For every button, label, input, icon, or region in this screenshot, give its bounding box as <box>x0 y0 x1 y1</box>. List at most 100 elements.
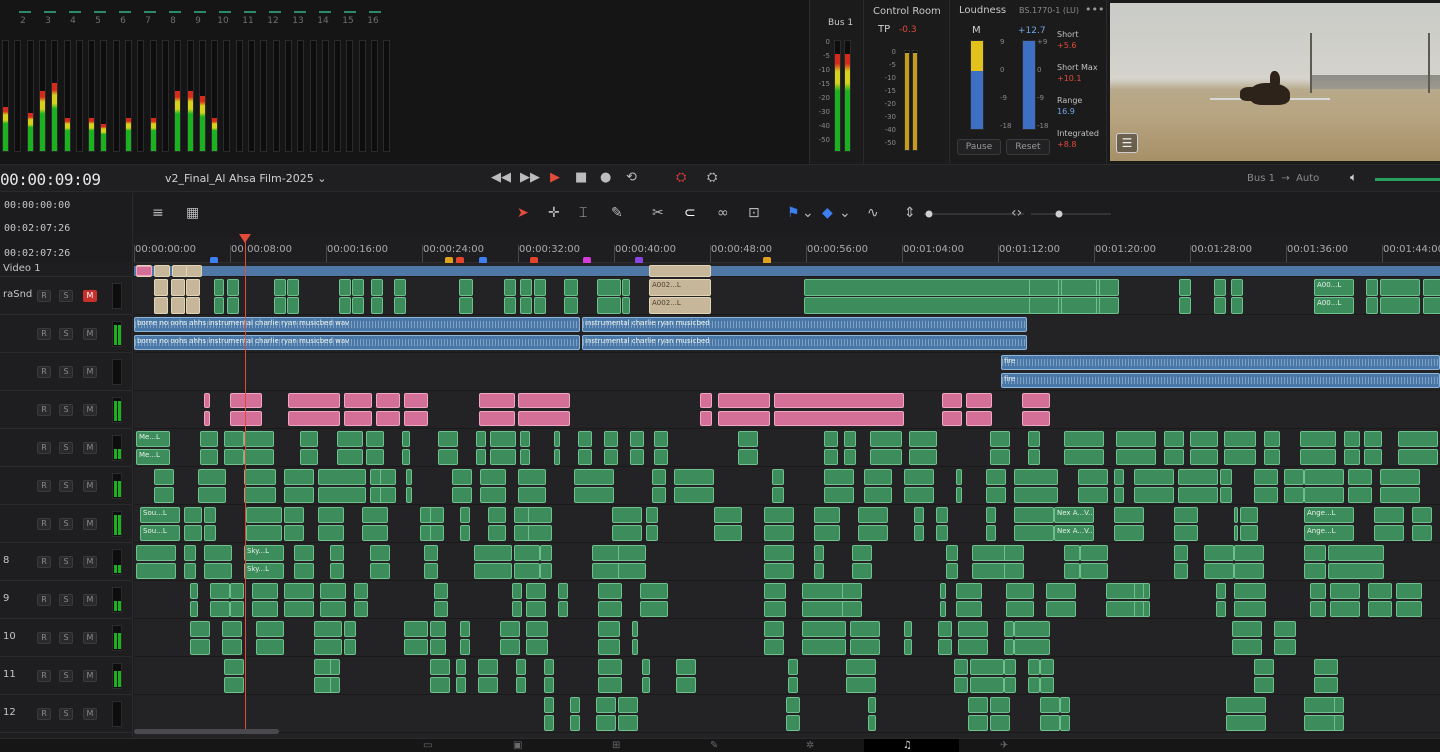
audio-clip[interactable] <box>438 449 458 465</box>
audio-clip[interactable] <box>424 563 438 579</box>
audio-clip[interactable] <box>1014 487 1058 503</box>
audio-clip[interactable] <box>456 677 466 693</box>
audio-clip[interactable] <box>774 393 904 408</box>
track-record-button[interactable]: R <box>37 632 51 644</box>
audio-clip[interactable] <box>526 583 546 599</box>
audio-clip[interactable] <box>618 545 646 561</box>
audio-clip[interactable] <box>842 583 862 599</box>
audio-clip[interactable] <box>714 507 742 523</box>
audio-clip[interactable] <box>942 393 962 408</box>
audio-clip[interactable] <box>1078 469 1108 485</box>
audio-clip[interactable] <box>294 563 314 579</box>
audio-clip[interactable] <box>1220 469 1232 485</box>
audio-clip[interactable] <box>371 279 383 296</box>
track-solo-button[interactable]: S <box>59 404 73 416</box>
audio-clip[interactable] <box>288 393 340 408</box>
audio-clip[interactable] <box>352 297 364 314</box>
audio-clip[interactable] <box>1006 601 1034 617</box>
track-solo-button[interactable]: S <box>59 328 73 340</box>
audio-clip[interactable] <box>1334 697 1344 713</box>
audio-clip[interactable] <box>909 449 937 465</box>
audio-clip[interactable] <box>434 601 448 617</box>
audio-clip[interactable] <box>224 431 244 447</box>
audio-clip[interactable] <box>1216 583 1226 599</box>
audio-clip[interactable] <box>224 659 244 675</box>
audio-clip[interactable] <box>1028 431 1040 447</box>
audio-clip[interactable] <box>1014 469 1058 485</box>
audio-clip[interactable] <box>646 507 658 523</box>
audio-clip[interactable]: fire <box>1001 373 1440 388</box>
audio-clip[interactable] <box>914 507 924 523</box>
audio-clip[interactable] <box>596 697 616 713</box>
audio-clip[interactable] <box>200 431 218 447</box>
audio-clip[interactable]: Ange...L <box>1304 525 1354 541</box>
audio-clip[interactable] <box>652 469 666 485</box>
audio-clip[interactable] <box>490 431 516 447</box>
audio-clip[interactable] <box>520 431 530 447</box>
audio-clip[interactable] <box>274 279 286 296</box>
audio-clip[interactable] <box>460 525 470 541</box>
audio-clip[interactable] <box>570 697 580 713</box>
track-mute-button[interactable]: M <box>83 670 97 682</box>
audio-clip[interactable] <box>788 659 798 675</box>
audio-clip[interactable] <box>362 507 388 523</box>
edit-page-icon[interactable]: ⊞ <box>612 740 620 751</box>
link-icon[interactable]: ∞ <box>717 205 729 221</box>
audio-clip[interactable] <box>230 601 244 617</box>
audio-clip[interactable] <box>404 411 428 426</box>
audio-clip[interactable] <box>318 469 366 485</box>
audio-clip[interactable] <box>1014 639 1050 655</box>
audio-clip[interactable] <box>330 659 340 675</box>
audio-clip[interactable] <box>772 469 784 485</box>
audio-clip[interactable] <box>518 411 570 426</box>
audio-clip[interactable] <box>204 545 232 561</box>
timeline-ruler[interactable]: 00:00:00:00 00:00:08:00 00:00:16:00 00:00:2… <box>134 237 1440 265</box>
audio-clip[interactable] <box>904 639 912 655</box>
audio-clip[interactable] <box>284 507 304 523</box>
audio-clip[interactable] <box>598 677 622 693</box>
audio-clip[interactable] <box>526 601 546 617</box>
audio-clip[interactable] <box>844 431 856 447</box>
audio-clip[interactable] <box>480 469 506 485</box>
audio-clip[interactable] <box>814 563 824 579</box>
audio-clip[interactable]: Nex A...V...L <box>1054 525 1094 541</box>
audio-clip[interactable] <box>222 621 242 637</box>
audio-clip[interactable] <box>452 487 472 503</box>
audio-clip[interactable] <box>972 563 1008 579</box>
audio-clip[interactable] <box>909 431 937 447</box>
audio-clip[interactable] <box>1300 431 1336 447</box>
track-mute-button[interactable]: M <box>83 556 97 568</box>
audio-clip[interactable] <box>404 639 428 655</box>
viewer-settings-icon[interactable]: ☰ <box>1116 133 1138 153</box>
track-record-button[interactable]: R <box>37 366 51 378</box>
audio-clip[interactable] <box>314 621 342 637</box>
audio-clip[interactable] <box>618 563 646 579</box>
audio-clip[interactable] <box>700 393 712 408</box>
audio-clip[interactable] <box>804 297 1104 314</box>
audio-clip[interactable] <box>846 659 876 675</box>
audio-clip[interactable] <box>824 449 838 465</box>
zoom-fit-icon[interactable]: ‹› <box>1011 205 1022 221</box>
audio-clip[interactable] <box>938 639 952 655</box>
audio-clip[interactable] <box>200 449 218 465</box>
audio-clip[interactable] <box>287 297 299 314</box>
audio-clip[interactable] <box>958 639 988 655</box>
audio-clip[interactable] <box>700 411 712 426</box>
audio-clip[interactable] <box>938 621 952 637</box>
audio-clip[interactable] <box>1224 431 1256 447</box>
audio-clip[interactable] <box>858 525 888 541</box>
audio-clip[interactable] <box>214 279 224 296</box>
audio-clip[interactable] <box>380 487 396 503</box>
timecode-display[interactable]: 00:00:09:09 <box>0 170 101 189</box>
audio-clip[interactable] <box>344 393 372 408</box>
reset-button[interactable]: Reset <box>1006 139 1050 155</box>
video-clip[interactable] <box>154 265 170 277</box>
audio-clip[interactable] <box>1028 659 1040 675</box>
audio-clip[interactable] <box>1040 677 1054 693</box>
audio-clip[interactable] <box>630 431 644 447</box>
audio-clip[interactable] <box>772 487 784 503</box>
audio-clip[interactable] <box>1330 601 1360 617</box>
audio-clip[interactable] <box>246 525 282 541</box>
audio-clip[interactable] <box>1284 469 1304 485</box>
audio-clip[interactable] <box>1254 487 1278 503</box>
